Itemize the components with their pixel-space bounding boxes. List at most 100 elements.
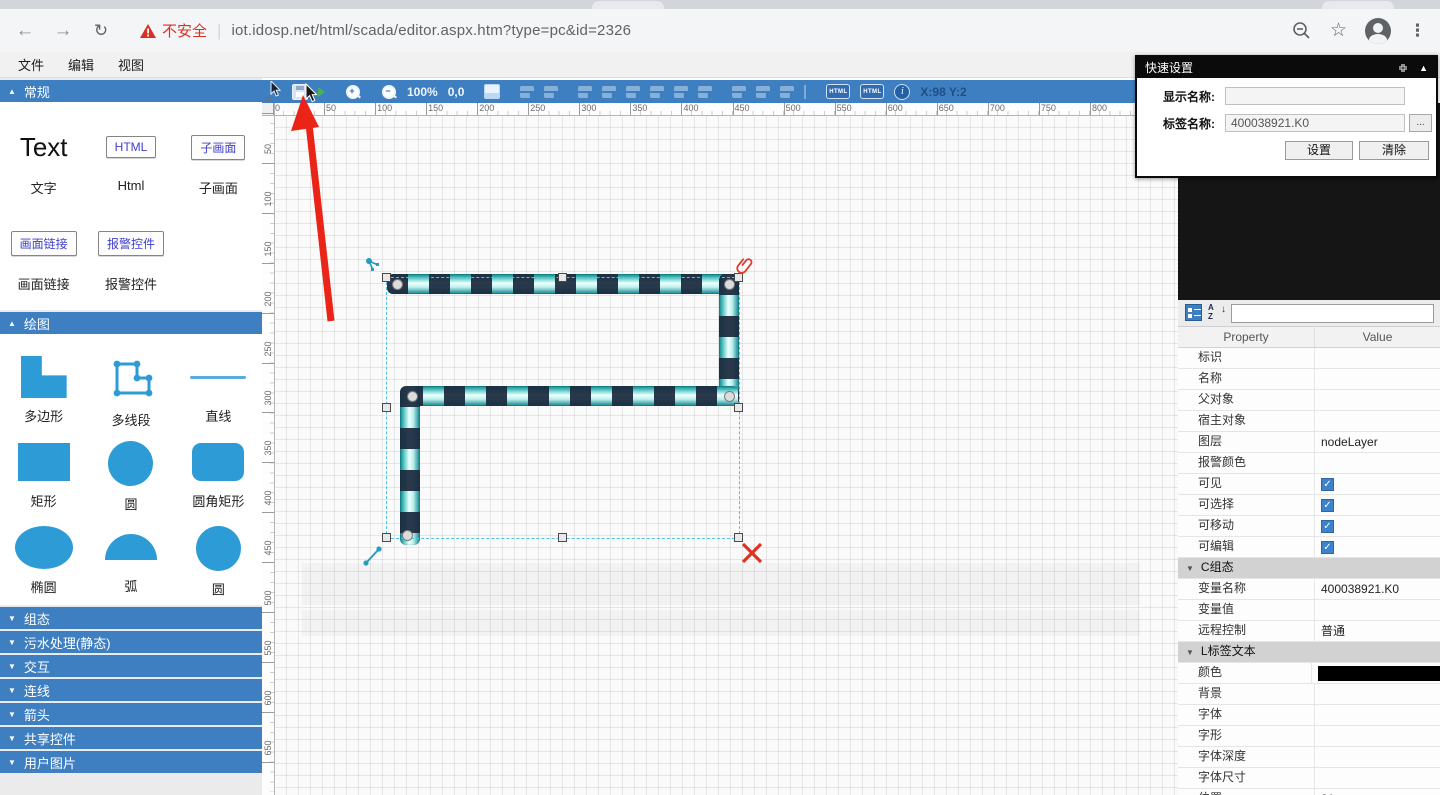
back-icon[interactable]: ←	[12, 20, 38, 42]
pipe-vertex-handle[interactable]	[402, 530, 413, 541]
forward-icon[interactable]: →	[50, 20, 76, 42]
sidebar-item-圆角矩形[interactable]: 圆角矩形	[175, 425, 262, 510]
categorized-view-icon[interactable]	[1185, 304, 1202, 321]
menu-item-2[interactable]: 编辑	[68, 55, 94, 74]
checkbox-可选择[interactable]: ✓	[1321, 499, 1334, 512]
property-row-位置[interactable]: 位置31	[1178, 789, 1440, 795]
sidebar-item-多线段[interactable]: 多线段	[87, 340, 174, 425]
property-row-变量名称[interactable]: 变量名称400038921.K0	[1178, 579, 1440, 600]
sidebar-item-子画面[interactable]: 子画面子画面	[175, 108, 262, 204]
tag-name-input[interactable]	[1225, 114, 1405, 132]
sidebar-item-文字[interactable]: Text文字	[0, 108, 87, 204]
property-row-图层[interactable]: 图层nodeLayer	[1178, 432, 1440, 453]
checkbox-可移动[interactable]: ✓	[1321, 520, 1334, 533]
selection-handle[interactable]	[734, 533, 743, 542]
selection-handle[interactable]	[734, 273, 743, 282]
property-row-报警颜色[interactable]: 报警颜色	[1178, 453, 1440, 474]
property-group-L标签文本[interactable]: ▼L标签文本	[1178, 642, 1440, 663]
pipe-vertex-handle[interactable]	[407, 391, 418, 402]
sidebar-item-椭圆[interactable]: 椭圆	[0, 510, 87, 595]
page-zoom-icon[interactable]	[1292, 21, 1312, 41]
sidebar-item-圆[interactable]: 圆	[175, 510, 262, 595]
selection-handle[interactable]	[558, 533, 567, 542]
property-row-可移动[interactable]: 可移动✓	[1178, 516, 1440, 537]
profile-avatar[interactable]	[1365, 18, 1391, 44]
property-value	[1315, 600, 1440, 620]
selection-handle[interactable]	[734, 403, 743, 412]
section-header-常规[interactable]: ▲常规	[0, 80, 262, 102]
property-row-宿主对象[interactable]: 宿主对象	[1178, 411, 1440, 432]
button-tool-preview: 画面链接	[11, 231, 77, 256]
property-row-远程控制[interactable]: 远程控制普通	[1178, 621, 1440, 642]
selection-handle[interactable]	[382, 403, 391, 412]
pipe-vertex-handle[interactable]	[724, 391, 735, 402]
set-button[interactable]: 设置	[1285, 141, 1353, 160]
property-row-名称[interactable]: 名称	[1178, 369, 1440, 390]
section-header-箭头[interactable]: ▼箭头	[0, 703, 262, 725]
sidebar-item-直线[interactable]: 直线	[175, 340, 262, 425]
zoom-out-icon[interactable]: −	[381, 84, 397, 100]
collapse-icon[interactable]: ▲	[1419, 63, 1428, 73]
checkbox-可见[interactable]: ✓	[1321, 478, 1334, 491]
property-row-字体深度[interactable]: 字体深度	[1178, 747, 1440, 768]
pipe-vertex-handle[interactable]	[392, 279, 403, 290]
menu-item-3[interactable]: 视图	[118, 55, 144, 74]
clear-button[interactable]: 清除	[1359, 141, 1429, 160]
property-row-标识[interactable]: 标识	[1178, 348, 1440, 369]
checkbox-可编辑[interactable]: ✓	[1321, 541, 1334, 554]
section-header-连线[interactable]: ▼连线	[0, 679, 262, 701]
bookmark-star-icon[interactable]: ☆	[1330, 19, 1347, 42]
zoom-in-icon[interactable]: +	[345, 84, 361, 100]
sidebar-item-矩形[interactable]: 矩形	[0, 425, 87, 510]
sort-az-icon[interactable]: AZ↓	[1208, 303, 1225, 322]
selection-handle[interactable]	[382, 273, 391, 282]
property-row-字体尺寸[interactable]: 字体尺寸	[1178, 768, 1440, 789]
quick-settings-titlebar[interactable]: 快速设置 ▲	[1137, 57, 1436, 78]
run-arrow-icon[interactable]	[318, 87, 325, 97]
address-bar[interactable]: 不安全 | iot.idosp.net/html/scada/editor.as…	[140, 20, 1292, 41]
refresh-icon[interactable]: ↻	[88, 21, 114, 41]
sidebar-item-Html[interactable]: HTMLHtml	[87, 108, 174, 204]
selection-handle[interactable]	[382, 533, 391, 542]
browse-tag-button[interactable]: ...	[1409, 114, 1432, 132]
sidebar-item-弧[interactable]: 弧	[87, 510, 174, 595]
color-swatch[interactable]	[1318, 666, 1440, 681]
sidebar-item-画面链接[interactable]: 画面链接画面链接	[0, 204, 87, 300]
sidebar-item-多边形[interactable]: 多边形	[0, 340, 87, 425]
property-row-字体[interactable]: 字体	[1178, 705, 1440, 726]
display-name-input[interactable]	[1225, 87, 1405, 105]
html-source-button[interactable]: HTML	[826, 84, 850, 99]
html-export-button[interactable]: HTML	[860, 84, 884, 99]
section-header-绘图[interactable]: ▲绘图	[0, 312, 262, 334]
property-row-颜色[interactable]: 颜色	[1178, 663, 1440, 684]
canvas-icon[interactable]	[484, 84, 500, 99]
sidebar-item-圆[interactable]: 圆	[87, 425, 174, 510]
ruler-tick	[681, 103, 682, 115]
property-row-父对象[interactable]: 父对象	[1178, 390, 1440, 411]
info-icon[interactable]: i	[894, 84, 910, 100]
dock-icon[interactable]	[1397, 62, 1409, 74]
property-row-字形[interactable]: 字形	[1178, 726, 1440, 747]
property-group-C组态[interactable]: ▼C组态	[1178, 558, 1440, 579]
save-icon[interactable]	[292, 84, 308, 100]
sidebar-item-报警控件[interactable]: 报警控件报警控件	[87, 204, 174, 300]
property-row-背景[interactable]: 背景	[1178, 684, 1440, 705]
property-row-可见[interactable]: 可见✓	[1178, 474, 1440, 495]
property-filter-field[interactable]	[1231, 304, 1434, 323]
section-header-用户图片[interactable]: ▼用户图片	[0, 751, 262, 773]
property-row-可选择[interactable]: 可选择✓	[1178, 495, 1440, 516]
section-header-交互[interactable]: ▼交互	[0, 655, 262, 677]
property-row-可编辑[interactable]: 可编辑✓	[1178, 537, 1440, 558]
browser-menu-icon[interactable]: ⋮	[1409, 21, 1426, 41]
ruler-label: 550	[263, 632, 273, 664]
section-header-共享控件[interactable]: ▼共享控件	[0, 727, 262, 749]
section-header-组态[interactable]: ▼组态	[0, 607, 262, 629]
design-canvas[interactable]	[275, 116, 1178, 795]
menu-item-1[interactable]: 文件	[18, 55, 44, 74]
same-size-button	[780, 86, 794, 98]
browser-tab[interactable]	[592, 1, 664, 9]
browser-tab[interactable]	[1322, 1, 1394, 9]
selection-handle[interactable]	[558, 273, 567, 282]
section-header-污水处理(静态)[interactable]: ▼污水处理(静态)	[0, 631, 262, 653]
property-row-变量值[interactable]: 变量值	[1178, 600, 1440, 621]
